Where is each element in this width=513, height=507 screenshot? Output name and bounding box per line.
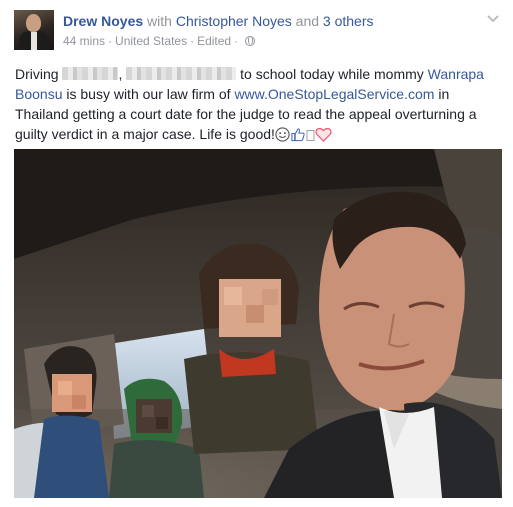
text-part: to school today while mommy: [240, 66, 424, 82]
others-link[interactable]: 3 others: [323, 13, 374, 29]
and-text: and: [295, 13, 320, 29]
heart-emoji-icon: [315, 127, 332, 142]
redacted-name: [62, 67, 119, 80]
thumbs-up-emoji-icon: [291, 128, 305, 142]
timestamp-link[interactable]: 44 mins: [63, 34, 105, 48]
text-part: is busy with our law firm of: [66, 86, 231, 102]
facebook-post: Drew Noyes with Christopher Noyes and 3 …: [0, 0, 513, 507]
text-part: ,: [118, 66, 123, 82]
redacted-name: [126, 67, 237, 80]
with-text: with: [147, 13, 172, 29]
post-header: Drew Noyes with Christopher Noyes and 3 …: [63, 12, 374, 30]
location-link[interactable]: United States: [115, 34, 187, 48]
tagged-person-link[interactable]: Christopher Noyes: [176, 13, 292, 29]
post-photo[interactable]: [14, 149, 502, 498]
post-text: Driving , to school today while mommy Wa…: [15, 64, 501, 144]
smile-emoji-icon: [275, 127, 290, 142]
globe-icon[interactable]: [245, 36, 256, 46]
placeholder-glyph-icon: [306, 130, 315, 141]
post-meta: 44 mins · United States · Edited ·: [63, 33, 256, 49]
author-link[interactable]: Drew Noyes: [63, 13, 143, 29]
text-part: Driving: [15, 66, 59, 82]
edited-link[interactable]: Edited: [197, 34, 231, 48]
car-selfie-photo: [14, 149, 502, 498]
url-link[interactable]: www.OneStopLegalService.com: [234, 86, 434, 102]
options-chevron-icon[interactable]: [486, 11, 500, 25]
avatar[interactable]: [14, 10, 54, 50]
